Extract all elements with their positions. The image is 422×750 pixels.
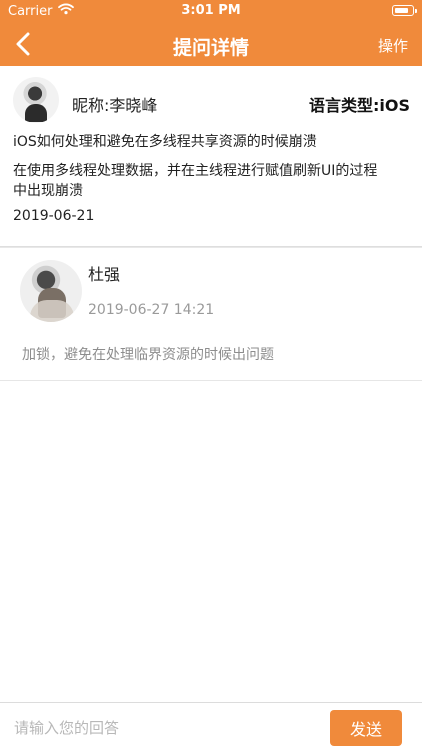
answer-item: 杜强 2019-06-27 14:21 加锁，避免在处理临界资源的时候出问题 xyxy=(0,247,422,381)
page-title: 提问详情 xyxy=(172,37,249,59)
status-time: 3:01 PM xyxy=(181,3,241,18)
answerer-name: 杜强 xyxy=(88,265,121,284)
status-bar: Carrier 3:01 PM xyxy=(0,0,422,22)
question-date: 2019-06-21 xyxy=(13,208,95,224)
question-detail: 在使用多线程处理数据，并在主线程进行赋值刷新UI的过程中出现崩溃 xyxy=(13,163,378,199)
actions-button[interactable]: 操作 xyxy=(378,35,408,56)
navigation-bar: 提问详情 操作 xyxy=(0,22,422,66)
answerer-avatar xyxy=(20,260,82,322)
chevron-left-icon xyxy=(10,32,42,66)
language-type: 语言类型:iOS xyxy=(308,96,410,115)
back-button[interactable] xyxy=(10,26,42,62)
battery-level xyxy=(394,7,408,13)
send-button[interactable]: 发送 xyxy=(330,710,402,746)
top-header: Carrier 3:01 PM 提问详情 操作 xyxy=(0,0,422,66)
asker-avatar xyxy=(13,77,59,123)
battery-icon xyxy=(392,5,417,16)
reply-bar: 发送 xyxy=(0,702,422,750)
question-card: 昵称:李晓峰 语言类型:iOS iOS如何处理和避免在多线程共享资源的时候崩溃 … xyxy=(0,66,422,247)
reply-input[interactable] xyxy=(12,710,316,746)
asker-nickname: 昵称:李晓峰 xyxy=(72,96,158,115)
answer-time: 2019-06-27 14:21 xyxy=(88,302,215,318)
answer-content: 加锁，避免在处理临界资源的时候出问题 xyxy=(22,347,274,363)
question-title: iOS如何处理和避免在多线程共享资源的时候崩溃 xyxy=(13,134,317,150)
